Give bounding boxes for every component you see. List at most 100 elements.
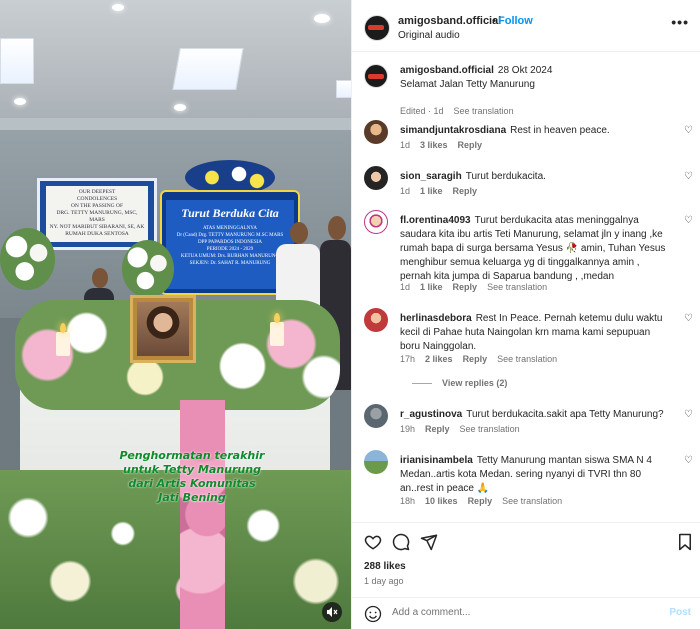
reply-button[interactable]: Reply [425,424,450,434]
comment-like-count[interactable]: 1 like [420,282,443,292]
commenter-username[interactable]: simandjuntakrosdiana [400,125,506,136]
comment-like-count[interactable]: 3 likes [420,140,448,150]
comment-like-count[interactable]: 1 like [420,186,443,196]
commenter-username[interactable]: irianisinambela [400,455,473,466]
banner-line: DRG. TETTY MANURUNG, MSC, [56,210,138,216]
pink-flower-column [180,400,225,629]
share-send-icon[interactable] [420,533,438,551]
like-count[interactable]: 288 likes [364,561,406,572]
ceiling-light [0,38,34,84]
post-timestamp[interactable]: 1 day ago [364,576,404,586]
commenter-username[interactable]: herlinasdebora [400,313,472,324]
commenter-avatar[interactable] [364,450,388,474]
post-comment-button[interactable]: Post [669,607,691,618]
white-flower-bouquet [0,228,55,290]
view-replies-button[interactable]: View replies (2) [412,378,507,388]
author-avatar[interactable] [364,64,388,88]
comment: sion_saragih Turut berdukacita. 1d 1 like R… [364,166,694,200]
reply-button[interactable]: Reply [458,140,483,150]
ceiling-light [172,48,244,90]
overlay-line: Penghormatan terakhir [119,449,265,462]
commenter-username[interactable]: sion_saragih [400,171,462,182]
caption-edited: Edited · 1d [400,106,444,116]
wreath-line: DPP PAPARDOS INDONESIA [198,240,262,245]
overlay-line: untuk Tetty Manurung [123,463,261,476]
ceiling-spotlight [14,98,26,105]
comment-input[interactable] [392,607,652,618]
banner-line: RUMAH DUKA SENTOSA [65,231,129,237]
caption-username[interactable]: amigosband.official [400,65,494,76]
see-translation-link[interactable]: See translation [497,354,557,364]
commenter-username[interactable]: r_agustinova [400,409,462,420]
see-translation-link[interactable]: See translation [502,496,562,506]
comment-like-count[interactable]: 2 likes [425,354,453,364]
commenter-username[interactable]: fl.orentina4093 [400,215,471,226]
comment-age: 19h [400,424,416,434]
comment-age: 1d [400,282,411,292]
wreath-title: Turut Berduka Cita [181,206,279,220]
post-action-bar [352,522,700,562]
ceiling-light [336,80,351,98]
comment-age: 17h [400,354,416,364]
follow-button[interactable]: Follow [498,15,533,27]
mourner-head [328,216,346,240]
comment-text: Turut berdukacita. [465,171,546,182]
reply-button[interactable]: Reply [453,186,478,196]
wall-trim [0,118,351,130]
white-flower-bouquet [122,240,174,298]
comment: herlinasdebora Rest In Peace. Pernah kete… [364,308,694,398]
separator-dot: • [492,15,496,27]
video-caption-overlay: Penghormatan terakhir untuk Tetty Manuru… [92,449,292,505]
heart-icon[interactable]: ♡ [684,456,694,466]
reply-button[interactable]: Reply [463,354,488,364]
see-translation-link[interactable]: See translation [454,106,514,116]
author-avatar[interactable] [364,15,390,41]
comment-bubble-icon[interactable] [392,533,410,551]
see-translation-link[interactable]: See translation [460,424,520,434]
emoji-smile-icon[interactable] [364,605,382,623]
caption-date: 28 Okt 2024 [497,65,553,76]
commenter-avatar[interactable] [364,210,388,234]
mourner-head [92,268,108,288]
commenter-avatar[interactable] [364,120,388,144]
comments-scroll-area[interactable]: amigosband.official 28 Okt 2024 Selamat J… [352,52,700,522]
heart-icon[interactable]: ♡ [684,126,694,136]
author-username[interactable]: amigosband.official [398,15,501,27]
banner-line: CONDOLENCES [76,196,118,202]
post-header: amigosband.official • Follow Original au… [352,0,700,52]
comment-composer: Post [352,597,700,629]
ceiling-spotlight [174,104,186,111]
bookmark-icon[interactable] [677,533,695,551]
like-heart-icon[interactable] [364,533,382,551]
heart-icon[interactable]: ♡ [684,172,694,182]
comment-like-count[interactable]: 10 likes [425,496,458,506]
heart-icon[interactable]: ♡ [684,216,694,226]
heart-icon[interactable]: ♡ [684,410,694,420]
overlay-line: Jati Bening [158,491,226,504]
commenter-avatar[interactable] [364,166,388,190]
comment: r_agustinova Turut berdukacita.sakit apa … [364,404,694,438]
condolence-banner: OUR DEEPEST CONDOLENCES ON THE PASSING O… [37,178,157,250]
candle [270,313,284,346]
mourner-head [290,222,308,244]
wreath-line: PERIODE 2024 - 2029 [206,247,254,252]
banner-line: ON THE PASSING OF [70,203,124,209]
heart-icon[interactable]: ♡ [684,314,694,324]
reply-button[interactable]: Reply [453,282,478,292]
more-horizontal-icon[interactable]: ••• [671,14,689,30]
reply-button[interactable]: Reply [468,496,493,506]
wreath-line: SEKJEN: Dr. SAHAT R. MANURUNG [189,261,271,266]
post-side-panel: amigosband.official • Follow Original au… [351,0,700,629]
comment: fl.orentina4093 Turut berdukacita atas me… [364,210,694,300]
banner-line: MARS [89,217,105,223]
speaker-muted-icon[interactable] [322,602,342,622]
audio-label[interactable]: Original audio [398,30,460,41]
reply-divider [412,383,432,385]
commenter-avatar[interactable] [364,308,388,332]
comment: irianisinambela Tetty Manurung mantan sis… [364,450,694,512]
post-media[interactable]: OUR DEEPEST CONDOLENCES ON THE PASSING O… [0,0,351,629]
see-translation-link[interactable]: See translation [487,282,547,292]
view-replies-label[interactable]: View replies (2) [442,378,507,388]
commenter-avatar[interactable] [364,404,388,428]
comment-text: Rest in heaven peace. [510,125,610,136]
